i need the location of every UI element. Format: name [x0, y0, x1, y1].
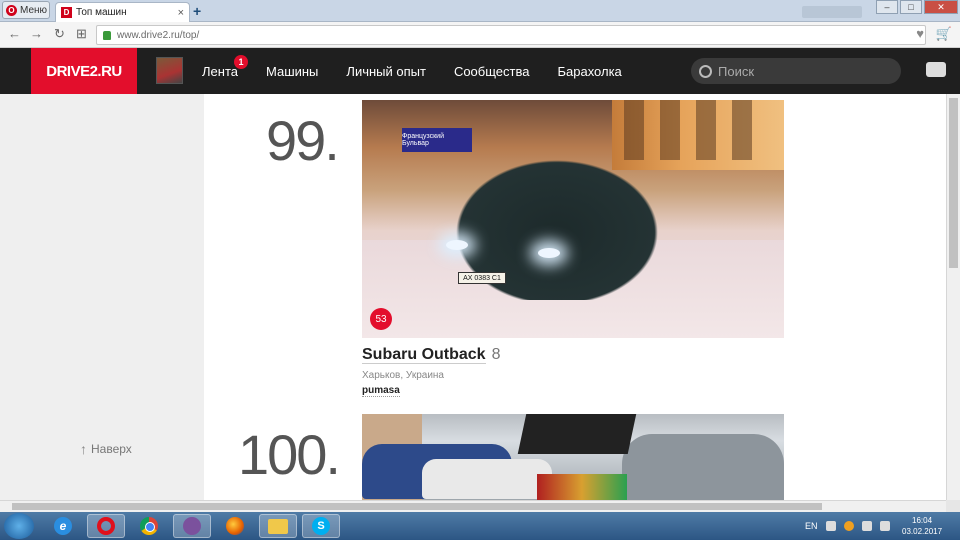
taskbar-explorer[interactable] — [259, 514, 297, 538]
new-tab-button[interactable]: + — [193, 3, 201, 19]
search-placeholder: Поиск — [718, 63, 755, 79]
close-window-button[interactable]: ✕ — [924, 0, 958, 14]
speed-dial-button[interactable]: ⊞ — [76, 26, 87, 42]
system-clock[interactable]: 16:04 03.02.2017 — [902, 515, 942, 537]
taskbar-skype[interactable]: S — [302, 514, 340, 538]
chat-icon[interactable] — [926, 62, 946, 77]
tray-arrow-icon[interactable] — [825, 521, 836, 531]
nav-item-cars[interactable]: Машины — [266, 64, 318, 79]
user-avatar[interactable] — [156, 57, 183, 84]
network-icon[interactable] — [861, 521, 872, 531]
cart-icon[interactable]: 🛒 — [936, 26, 952, 42]
heart-icon[interactable]: ♥ — [916, 26, 924, 41]
forward-button[interactable]: → — [30, 26, 43, 41]
left-rail — [0, 94, 204, 500]
taskbar-firefox[interactable] — [216, 514, 254, 538]
firefox-icon — [226, 517, 244, 535]
car-owner-link[interactable]: pumasa — [362, 385, 400, 397]
car-title[interactable]: Subaru Outback 8 — [362, 346, 500, 364]
likes-badge: 53 — [370, 308, 392, 330]
nav-item-label: Лента — [202, 63, 238, 79]
opera-icon: O — [6, 4, 17, 16]
url-input[interactable]: www.drive2.ru/top/ — [96, 25, 926, 45]
site-logo[interactable]: DRIVE2.RU — [31, 48, 137, 94]
language-indicator[interactable]: EN — [805, 521, 818, 531]
top-cars-list: 99. Французский Бульвар АХ 0383 С1 53 Su… — [204, 94, 946, 500]
mall-sign: Французский Бульвар — [402, 128, 472, 152]
arrow-up-icon: ↑ — [80, 441, 87, 457]
address-bar: ← → ↻ ⊞ www.drive2.ru/top/ ♥ 🛒 — [0, 22, 960, 48]
main-nav: Лента 1 Машины Личный опыт Сообщества Ба… — [202, 48, 622, 94]
nav-item-market[interactable]: Барахолка — [557, 64, 621, 79]
clock-time: 16:04 — [912, 516, 933, 525]
taskbar-ie[interactable]: e — [44, 514, 82, 538]
headlight-right — [538, 248, 560, 258]
back-to-top-label: Наверх — [91, 442, 132, 456]
reload-button[interactable]: ↻ — [54, 26, 65, 42]
nav-item-feed[interactable]: Лента 1 — [202, 54, 248, 79]
vertical-scrollbar[interactable] — [946, 94, 960, 500]
system-tray: EN — [805, 512, 890, 540]
opera-icon — [97, 517, 115, 535]
site-header: DRIVE2.RU Лента 1 Машины Личный опыт Соо… — [0, 48, 960, 94]
taskbar-chrome[interactable] — [130, 514, 168, 538]
browser-tab-active[interactable]: D Топ машин × — [55, 2, 190, 22]
blurred-area — [802, 6, 862, 18]
opera-menu-button[interactable]: O Меню — [2, 1, 50, 19]
car-title-link[interactable]: Subaru Outback — [362, 346, 486, 364]
folder-icon — [268, 518, 288, 534]
viber-icon — [183, 517, 201, 535]
taskbar-opera[interactable] — [87, 514, 125, 538]
skype-icon: S — [312, 517, 330, 535]
url-text: www.drive2.ru/top/ — [117, 29, 200, 41]
car-count: 8 — [491, 346, 501, 363]
volume-icon[interactable] — [879, 521, 890, 531]
car-photo[interactable] — [362, 414, 784, 500]
minimize-button[interactable]: – — [876, 0, 898, 14]
clock-date: 03.02.2017 — [902, 527, 943, 536]
search-input[interactable]: Поиск — [691, 58, 901, 84]
tray-app-icon[interactable] — [843, 521, 854, 531]
window-controls: – □ ✕ — [876, 0, 958, 14]
headlight-left — [446, 240, 468, 250]
nav-item-experience[interactable]: Личный опыт — [346, 64, 426, 79]
back-button[interactable]: ← — [8, 26, 21, 41]
opera-menu-label: Меню — [20, 4, 48, 16]
taskbar-viber[interactable] — [173, 514, 211, 538]
back-to-top-link[interactable]: ↑ Наверх — [80, 441, 132, 457]
tab-close-icon[interactable]: × — [178, 7, 184, 19]
chrome-icon — [140, 517, 158, 535]
horizontal-scrollbar[interactable] — [0, 500, 946, 512]
rank-number: 99. — [266, 109, 340, 172]
tab-title: Топ машин — [76, 7, 127, 18]
lock-icon — [103, 30, 111, 40]
start-button[interactable] — [4, 513, 34, 539]
maximize-button[interactable]: □ — [900, 0, 922, 14]
rank-number: 100. — [238, 423, 341, 486]
windows-taskbar: e S EN 16:04 03.02.2017 — [0, 512, 960, 540]
car-photo[interactable]: Французский Бульвар АХ 0383 С1 53 — [362, 100, 784, 338]
search-icon — [699, 64, 712, 78]
license-plate: АХ 0383 С1 — [458, 272, 506, 284]
browser-tabbar: O Меню D Топ машин × + – □ ✕ — [0, 0, 960, 22]
notification-badge: 1 — [233, 54, 248, 69]
car-location: Харьков, Украина — [362, 370, 444, 381]
ie-icon: e — [54, 517, 72, 535]
drive2-favicon-icon: D — [61, 7, 72, 18]
nav-item-communities[interactable]: Сообщества — [454, 64, 530, 79]
